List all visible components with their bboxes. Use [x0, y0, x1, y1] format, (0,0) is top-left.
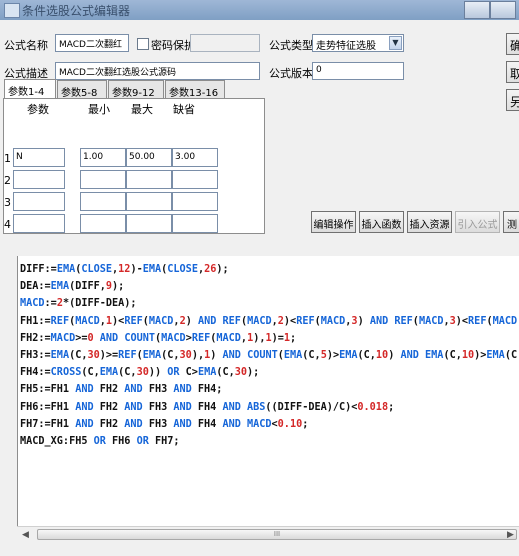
- editor-gutter: [0, 256, 17, 556]
- param-name-cell[interactable]: [13, 214, 65, 233]
- test-formula-button[interactable]: 测: [503, 211, 519, 233]
- formula-version-label: 公式版本: [269, 67, 313, 80]
- formula-code-editor[interactable]: DIFF:=EMA(CLOSE,12)-EMA(CLOSE,26); DEA:=E…: [17, 256, 519, 526]
- password-input[interactable]: [190, 34, 260, 52]
- edit-operation-button[interactable]: 编辑操作: [311, 211, 356, 233]
- code-line: MACD:=2*(DIFF-DEA);: [20, 298, 137, 310]
- insert-resource-button[interactable]: 插入资源: [407, 211, 452, 233]
- code-line: DIFF:=EMA(CLOSE,12)-EMA(CLOSE,26);: [20, 264, 229, 275]
- formula-type-value: 走势特征选股: [316, 41, 376, 52]
- tab-params-1-4[interactable]: 参数1-4: [4, 79, 56, 99]
- scroll-right-icon[interactable]: ▶: [503, 528, 518, 542]
- dropdown-arrow-icon[interactable]: ▼: [389, 36, 402, 50]
- param-max-cell[interactable]: [126, 214, 172, 233]
- ok-button[interactable]: 确: [506, 33, 519, 55]
- minimize-button[interactable]: [464, 1, 490, 19]
- horizontal-scrollbar[interactable]: ◀ III ▶: [17, 526, 519, 543]
- password-label: 密码保护: [151, 39, 195, 52]
- status-bar: [0, 543, 519, 556]
- param-min-cell[interactable]: [80, 192, 126, 211]
- formula-type-select[interactable]: 走势特征选股 ▼: [312, 34, 404, 52]
- param-min-cell[interactable]: [80, 214, 126, 233]
- formula-name-label: 公式名称: [4, 39, 48, 52]
- param-default-cell[interactable]: [172, 192, 218, 211]
- formula-version-input[interactable]: 0: [312, 62, 404, 80]
- window-title: 条件选股公式编辑器: [22, 4, 131, 18]
- row-number: 4: [4, 218, 11, 231]
- param-default-cell[interactable]: 3.00: [172, 148, 218, 167]
- tab-params-9-12[interactable]: 参数9-12: [108, 80, 164, 99]
- param-name-cell[interactable]: [13, 170, 65, 189]
- formula-source-code[interactable]: DIFF:=EMA(CLOSE,12)-EMA(CLOSE,26); DEA:=E…: [20, 261, 519, 450]
- formula-type-label: 公式类型: [269, 39, 313, 52]
- param-name-cell[interactable]: [13, 192, 65, 211]
- scroll-left-icon[interactable]: ◀: [18, 528, 33, 542]
- tab-params-13-16[interactable]: 参数13-16: [165, 80, 225, 99]
- cancel-button[interactable]: 取: [506, 61, 519, 83]
- code-line: DEA:=EMA(DIFF,9);: [20, 281, 125, 293]
- code-line: FH4:=CROSS(C,EMA(C,30)) OR C>EMA(C,30);: [20, 367, 260, 379]
- import-formula-button[interactable]: 引入公式: [455, 211, 500, 233]
- col-header-default: 缺省: [173, 103, 195, 116]
- code-line: FH5:=FH1 AND FH2 AND FH3 AND FH4;: [20, 384, 223, 396]
- param-default-cell[interactable]: [172, 170, 218, 189]
- tab-params-5-8[interactable]: 参数5-8: [57, 80, 107, 99]
- save-as-button[interactable]: 另: [506, 89, 519, 111]
- row-number: 1: [4, 152, 11, 165]
- code-line: MACD_XG:FH5 OR FH6 OR FH7;: [20, 436, 180, 448]
- code-line: FH1:=REF(MACD,1)<REF(MACD,2) AND REF(MAC…: [20, 315, 519, 327]
- param-min-cell[interactable]: 1.00: [80, 148, 126, 167]
- param-default-cell[interactable]: [172, 214, 218, 233]
- formula-name-input[interactable]: MACD二次翻红: [55, 34, 129, 52]
- formula-desc-input[interactable]: MACD二次翻红选股公式源码: [55, 62, 260, 80]
- close-button[interactable]: [490, 1, 516, 19]
- param-min-cell[interactable]: [80, 170, 126, 189]
- app-icon: [4, 3, 20, 18]
- row-number: 3: [4, 196, 11, 209]
- col-header-max: 最大: [131, 103, 153, 116]
- param-max-cell[interactable]: [126, 170, 172, 189]
- row-number: 2: [4, 174, 11, 187]
- param-max-cell[interactable]: 50.00: [126, 148, 172, 167]
- param-max-cell[interactable]: [126, 192, 172, 211]
- code-line: FH3:=EMA(C,30)>=REF(EMA(C,30),1) AND COU…: [20, 350, 519, 362]
- insert-function-button[interactable]: 插入函数: [359, 211, 404, 233]
- col-header-min: 最小: [88, 103, 110, 116]
- code-line: FH7:=FH1 AND FH2 AND FH3 AND FH4 AND MAC…: [20, 418, 309, 430]
- title-bar: 条件选股公式编辑器: [0, 0, 519, 20]
- scrollbar-thumb[interactable]: III: [37, 529, 517, 540]
- code-line: FH2:=MACD>=0 AND COUNT(MACD>REF(MACD,1),…: [20, 332, 297, 344]
- param-name-cell[interactable]: N: [13, 148, 65, 167]
- code-line: FH6:=FH1 AND FH2 AND FH3 AND FH4 AND ABS…: [20, 401, 395, 413]
- password-checkbox[interactable]: [137, 38, 149, 50]
- col-header-param: 参数: [27, 103, 49, 116]
